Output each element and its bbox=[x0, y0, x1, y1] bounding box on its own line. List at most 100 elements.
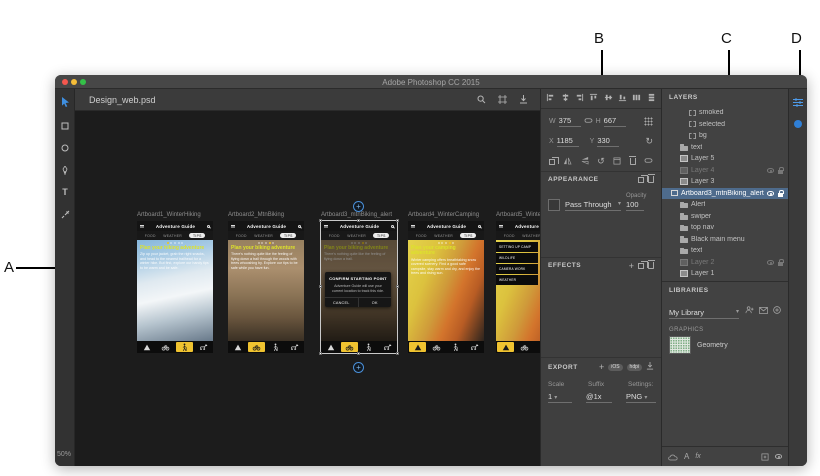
artboard[interactable]: Artboard2_MtnBiking Adventure Guide FOOD… bbox=[228, 212, 304, 353]
artboard[interactable]: Artboard4_WinterCamping Adventure Guide … bbox=[408, 212, 484, 353]
layer-name[interactable]: Artboard3_mtnBiking_alert bbox=[681, 190, 764, 197]
layer-name[interactable]: Alert bbox=[691, 201, 705, 208]
type-tool-icon[interactable]: T bbox=[55, 183, 75, 201]
new-item-icon[interactable] bbox=[761, 448, 769, 466]
export-download-icon[interactable] bbox=[646, 362, 654, 372]
properties-panel-icon[interactable] bbox=[793, 94, 803, 112]
delete-effect-icon[interactable] bbox=[647, 260, 655, 269]
collaborate-icon[interactable] bbox=[745, 301, 754, 319]
preview-icon[interactable] bbox=[775, 454, 782, 459]
link-dimensions-icon[interactable] bbox=[584, 117, 593, 126]
layer-name[interactable]: top nav bbox=[691, 224, 714, 231]
flip-h-icon[interactable] bbox=[563, 157, 572, 167]
artboard[interactable]: Artboard5_WinterCamping Adventure Guide … bbox=[496, 212, 540, 353]
cloud-sync-icon[interactable] bbox=[668, 448, 678, 466]
layer-name[interactable]: smoked bbox=[699, 109, 724, 116]
layer-row[interactable]: text bbox=[662, 245, 788, 257]
suffix-field[interactable]: @1x bbox=[586, 392, 612, 403]
artboard-label[interactable]: Artboard1_WinterHiking bbox=[137, 212, 201, 218]
adobe-stock-icon[interactable]: A bbox=[684, 452, 689, 461]
lock-icon[interactable] bbox=[778, 167, 785, 174]
libraries-panel-icon[interactable] bbox=[794, 120, 802, 128]
layer-name[interactable]: Black main menu bbox=[691, 236, 745, 243]
panel-options-icon[interactable] bbox=[613, 157, 621, 167]
align-middle-icon[interactable] bbox=[604, 93, 613, 104]
height-field[interactable]: 667 bbox=[603, 116, 626, 127]
x-field[interactable]: 1185 bbox=[556, 136, 579, 147]
blend-mode-select[interactable]: Pass Through ▾ bbox=[565, 200, 621, 211]
copy-appearance-icon[interactable] bbox=[638, 174, 648, 183]
layer-name[interactable]: Layer 3 bbox=[691, 178, 714, 185]
layer-row[interactable]: bg bbox=[662, 130, 788, 142]
layer-row[interactable]: swiper bbox=[662, 211, 788, 223]
add-effect-icon[interactable]: + bbox=[629, 261, 634, 270]
duplicate-icon[interactable] bbox=[549, 156, 559, 165]
pen-tool-icon[interactable] bbox=[55, 161, 75, 179]
layer-row[interactable]: selected bbox=[662, 119, 788, 131]
layer-row[interactable]: text bbox=[662, 142, 788, 154]
layer-row[interactable]: Artboard3_mtnBiking_alert bbox=[662, 187, 788, 199]
export-icon[interactable] bbox=[519, 91, 528, 109]
layer-name[interactable]: Layer 5 bbox=[691, 155, 714, 162]
layer-name[interactable]: swiper bbox=[691, 213, 711, 220]
fill-swatch[interactable] bbox=[548, 199, 560, 211]
layer-row[interactable]: Alert bbox=[662, 199, 788, 211]
layer-name[interactable]: selected bbox=[699, 121, 725, 128]
layer-row[interactable]: Layer 5 bbox=[662, 153, 788, 165]
mail-icon[interactable] bbox=[759, 301, 768, 319]
layer-row[interactable]: top nav bbox=[662, 222, 788, 234]
artboard-label[interactable]: Artboard5_WinterCamping bbox=[496, 212, 540, 218]
rectangle-tool-icon[interactable] bbox=[55, 117, 75, 135]
lock-icon[interactable] bbox=[778, 190, 785, 197]
zoom-level[interactable]: 50% bbox=[57, 451, 71, 458]
flip-v-icon[interactable] bbox=[581, 156, 589, 167]
titlebar[interactable]: Adobe Photoshop CC 2015 bbox=[55, 75, 807, 89]
align-top-icon[interactable] bbox=[589, 93, 598, 104]
artboard[interactable]: Artboard1_WinterHiking Adventure Guide F… bbox=[137, 212, 213, 353]
layer-name[interactable]: text bbox=[691, 144, 702, 151]
layer-row[interactable]: smoked bbox=[662, 107, 788, 119]
clear-appearance-icon[interactable] bbox=[647, 174, 655, 183]
ellipse-tool-icon[interactable] bbox=[55, 139, 75, 157]
rotate-left-icon[interactable]: ↺ bbox=[597, 157, 605, 166]
link-icon[interactable] bbox=[644, 157, 653, 166]
layer-name[interactable]: text bbox=[691, 247, 702, 254]
rotate-icon[interactable]: ↻ bbox=[645, 137, 653, 146]
sync-icon[interactable] bbox=[773, 301, 781, 319]
add-artboard-button[interactable]: + bbox=[353, 362, 364, 373]
eye-icon[interactable] bbox=[767, 191, 774, 196]
add-export-icon[interactable]: + bbox=[599, 363, 604, 372]
lock-icon[interactable] bbox=[778, 259, 785, 266]
layer-name[interactable]: Layer 2 bbox=[691, 259, 714, 266]
layer-name[interactable]: bg bbox=[699, 132, 707, 139]
eye-icon[interactable] bbox=[767, 260, 774, 265]
search-icon[interactable] bbox=[477, 91, 486, 109]
canvas[interactable]: Artboard1_WinterHiking Adventure Guide F… bbox=[75, 111, 540, 466]
add-artboard-button[interactable]: + bbox=[353, 201, 364, 212]
width-field[interactable]: 375 bbox=[558, 116, 581, 127]
eyedropper-tool-icon[interactable] bbox=[55, 205, 75, 223]
artboard-label[interactable]: Artboard4_WinterCamping bbox=[408, 212, 479, 218]
align-center-h-icon[interactable] bbox=[561, 93, 570, 104]
layer-row[interactable]: Layer 1 bbox=[662, 268, 788, 280]
distribute-h-icon[interactable] bbox=[632, 93, 641, 104]
move-tool-icon[interactable] bbox=[55, 93, 75, 111]
document-tab[interactable]: Design_web.psd bbox=[75, 95, 156, 105]
artboard-size-icon[interactable] bbox=[644, 117, 653, 126]
artboard-label[interactable]: Artboard3_mtnBiking_alert bbox=[321, 212, 392, 218]
layer-row[interactable]: Black main menu bbox=[662, 234, 788, 246]
layer-row[interactable]: Layer 2 bbox=[662, 257, 788, 269]
distribute-v-icon[interactable] bbox=[647, 93, 656, 104]
copy-effect-icon[interactable] bbox=[638, 260, 648, 269]
align-bottom-icon[interactable] bbox=[618, 93, 627, 104]
export-preset-hdpi[interactable]: hdpi bbox=[626, 363, 642, 371]
delete-icon[interactable] bbox=[629, 156, 637, 165]
library-item-thumbnail[interactable] bbox=[669, 336, 691, 354]
opacity-field[interactable]: 100 bbox=[626, 200, 644, 211]
scale-select[interactable]: 1 ▾ bbox=[548, 392, 572, 403]
artboard-label[interactable]: Artboard2_MtnBiking bbox=[228, 212, 284, 218]
artboard[interactable]: Artboard3_mtnBiking_alert Adventure Guid… bbox=[319, 212, 399, 355]
layer-name[interactable]: Layer 4 bbox=[691, 167, 714, 174]
align-left-icon[interactable] bbox=[546, 93, 555, 104]
layer-name[interactable]: Layer 1 bbox=[691, 270, 714, 277]
